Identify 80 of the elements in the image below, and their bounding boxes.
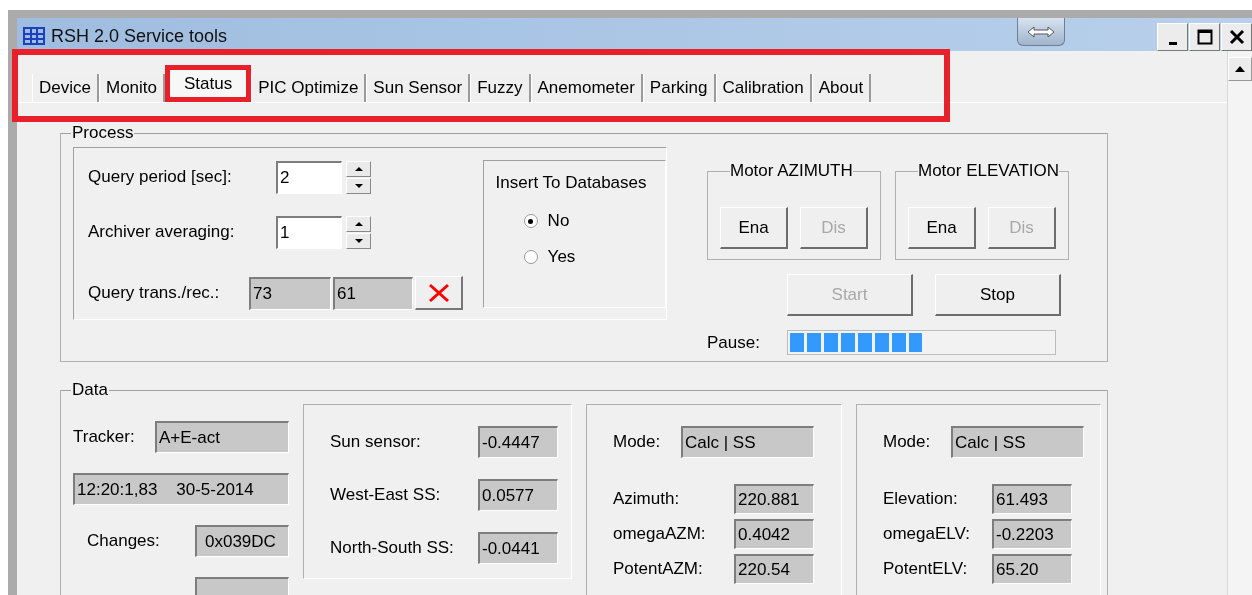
- motor-button[interactable]: Ena: [720, 207, 788, 249]
- readonly-field: A+E-act: [155, 421, 289, 453]
- close-icon: [1228, 29, 1245, 45]
- readonly-field: 61: [333, 276, 413, 310]
- field-label: Changes:: [86, 531, 161, 551]
- tab[interactable]: PIC Optimize: [251, 74, 367, 102]
- radio-label: No: [547, 211, 570, 231]
- scrollbar[interactable]: [1227, 51, 1252, 595]
- field-label: Sun sensor:: [330, 432, 422, 452]
- field-label: Query period [sec]:: [88, 167, 233, 187]
- caret-down-icon: [354, 238, 363, 243]
- scroll-up-button[interactable]: [1228, 57, 1252, 81]
- spin-up-button[interactable]: [346, 160, 371, 177]
- action-button[interactable]: Stop: [935, 274, 1061, 316]
- readonly-field: Calc | SS: [681, 426, 814, 458]
- field-label: omegaELV:: [883, 524, 971, 544]
- radio-button[interactable]: [523, 214, 538, 228]
- field-label: Mode:: [613, 432, 662, 452]
- field-label: omegaAZM:: [613, 524, 707, 544]
- field-label: Mode:: [883, 432, 932, 452]
- tab[interactable]: Anemometer: [530, 74, 643, 102]
- number-input[interactable]: 1: [276, 215, 342, 249]
- field-label: Azimuth:: [613, 489, 681, 509]
- radio-button[interactable]: [523, 250, 538, 264]
- field-label: PotentELV:: [883, 559, 969, 579]
- app-icon: [23, 27, 45, 45]
- readonly-field: -0.0441: [478, 532, 558, 564]
- tab[interactable]: Fuzzy: [470, 74, 531, 102]
- tab[interactable]: Status: [165, 65, 252, 102]
- field-label: Elevation:: [883, 489, 959, 509]
- group-title: Data: [71, 380, 109, 400]
- caret-up-icon: [354, 166, 363, 171]
- readonly-field: 61.493: [992, 484, 1072, 514]
- tab[interactable]: About: [811, 74, 872, 102]
- caret-up-icon: [354, 221, 363, 226]
- tab[interactable]: Parking: [642, 74, 716, 102]
- readonly-field: 0.4042: [734, 519, 814, 549]
- minimize-icon: [1168, 41, 1177, 45]
- tab[interactable]: Monito: [98, 74, 165, 102]
- group-title: Motor AZIMUTH: [730, 161, 853, 181]
- readonly-field: 0x039DC: [195, 525, 289, 557]
- motor-button[interactable]: Ena: [908, 207, 976, 249]
- readonly-field: 220.881: [734, 484, 814, 514]
- readonly-field: -0.4447: [478, 426, 558, 458]
- group-title: Process: [71, 123, 135, 143]
- tab[interactable]: Sun Sensor: [366, 74, 471, 102]
- x-icon: [427, 282, 450, 303]
- spin-down-button[interactable]: [346, 232, 371, 249]
- radio-label: Yes: [547, 247, 576, 267]
- spin-down-button[interactable]: [346, 177, 371, 194]
- field-label: Archiver averaging:: [88, 222, 236, 242]
- readonly-field: 220.54: [734, 554, 814, 584]
- caret-down-icon: [354, 183, 363, 188]
- maximize-button[interactable]: [1189, 23, 1220, 51]
- field-label: PotentAZM:: [613, 559, 704, 579]
- panel-title: Insert To Databases: [495, 173, 648, 193]
- double-arrow-icon: [1027, 25, 1055, 38]
- readonly-field: 73: [249, 276, 331, 310]
- field-label: West-East SS:: [330, 485, 442, 505]
- tab[interactable]: Calibration: [715, 74, 812, 102]
- caret-up-icon: [1235, 66, 1245, 72]
- timestamp-field: 12:20:1,83 30-5-2014: [73, 473, 289, 505]
- field-label: Tracker:: [73, 427, 136, 447]
- pause-label: Pause:: [707, 332, 761, 353]
- readonly-field: -0.2203: [992, 519, 1072, 549]
- clear-button[interactable]: [415, 276, 463, 310]
- group-title: Motor ELEVATION: [918, 161, 1060, 181]
- readonly-field: Calc | SS: [951, 426, 1084, 458]
- spin-up-button[interactable]: [346, 215, 371, 232]
- tab[interactable]: Device: [32, 74, 99, 102]
- maximize-icon: [1196, 29, 1213, 45]
- swap-button[interactable]: [1017, 18, 1065, 46]
- number-input[interactable]: 2: [276, 160, 342, 194]
- field-label: Query trans./rec.:: [88, 283, 221, 303]
- window-title: RSH 2.0 Service tools: [51, 26, 228, 47]
- readonly-field: 65.20: [992, 554, 1072, 584]
- readonly-field: 0.0577: [478, 479, 558, 511]
- field-label: North-South SS:: [330, 538, 455, 558]
- close-button[interactable]: [1221, 23, 1252, 51]
- minimize-button[interactable]: [1157, 23, 1188, 51]
